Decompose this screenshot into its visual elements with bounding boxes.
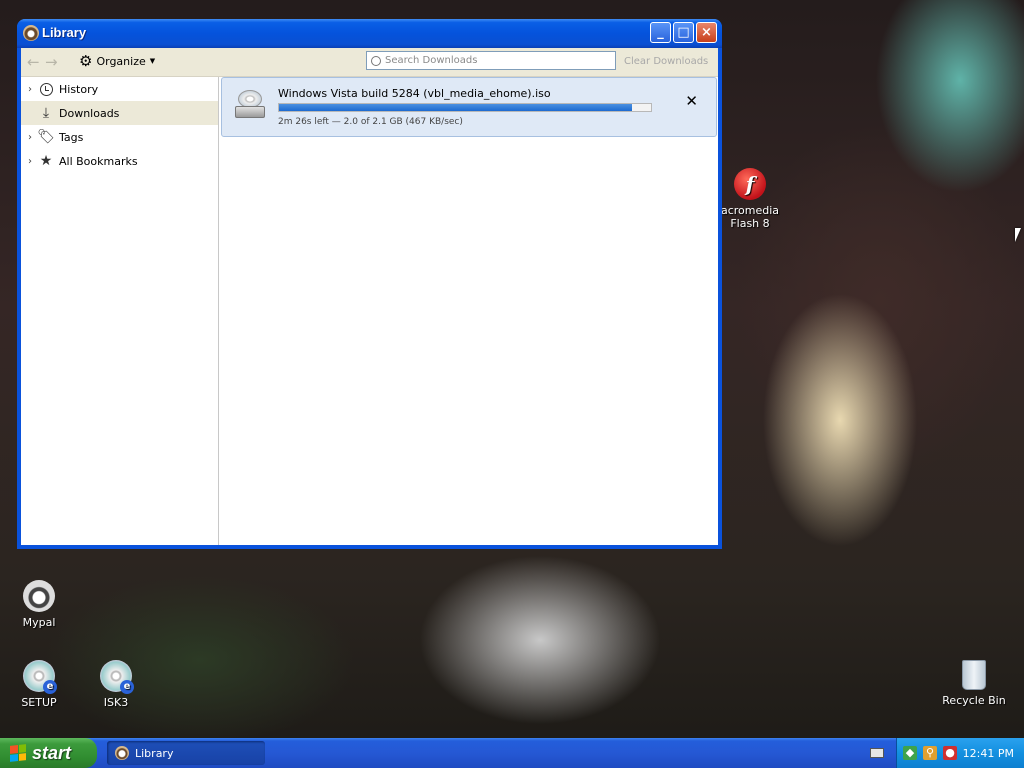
start-button[interactable]: start: [0, 738, 97, 768]
tag-icon: 🏷: [37, 129, 55, 145]
sidebar-item-all-bookmarks[interactable]: › ★ All Bookmarks: [21, 149, 218, 173]
sidebar-item-label: Tags: [59, 130, 84, 144]
sidebar-item-history[interactable]: › History: [21, 77, 218, 101]
window-titlebar[interactable]: Library _ □ ×: [17, 19, 722, 48]
download-arrow-icon: ⤓: [42, 105, 50, 121]
download-filename: Windows Vista build 5284 (vbl_media_ehom…: [278, 87, 551, 100]
desktop-icon-label: ISK3: [103, 696, 129, 709]
start-label: start: [32, 742, 72, 763]
sidebar: › History ⤓ Downloads › 🏷 Tags › ★ All B…: [21, 77, 219, 545]
desktop-icon-flash[interactable]: f acromedia Flash 8: [712, 168, 788, 230]
download-progress-bar: [278, 103, 652, 112]
cd-ie-icon: e: [23, 660, 57, 694]
desktop-icon-mypal[interactable]: Mypal: [1, 580, 77, 629]
system-tray: ◆ ⚲ ● 12:41 PM: [896, 738, 1024, 768]
mypal-icon: [23, 25, 39, 41]
back-arrow-icon[interactable]: ←: [27, 53, 40, 71]
cd-drive-icon: [233, 90, 265, 120]
window-client: ← → ⚙ Organize ▼ Clear Downloads › Histo…: [21, 48, 718, 545]
expand-arrow-icon[interactable]: ›: [23, 84, 37, 95]
close-button[interactable]: ×: [696, 22, 717, 43]
windows-logo-icon: [10, 744, 26, 762]
taskbar-button-library[interactable]: Library: [107, 741, 265, 765]
clear-downloads-button[interactable]: Clear Downloads: [624, 56, 708, 67]
download-progress-fill: [279, 104, 633, 111]
network-icon[interactable]: ◆: [903, 746, 917, 760]
desktop-icon-label: SETUP: [21, 696, 57, 709]
sidebar-item-label: History: [59, 82, 99, 96]
messenger-icon[interactable]: ●: [943, 746, 957, 760]
recycle-bin-icon: [962, 660, 986, 690]
sidebar-item-label: Downloads: [59, 106, 120, 120]
download-status: 2m 26s left — 2.0 of 2.1 GB (467 KB/sec): [278, 117, 463, 127]
gear-icon: ⚙: [79, 52, 93, 70]
taskbar-button-label: Library: [135, 746, 174, 760]
forward-arrow-icon[interactable]: →: [45, 53, 58, 71]
macromedia-flash-icon: f: [734, 168, 766, 200]
desktop-icon-setup[interactable]: e SETUP: [1, 660, 77, 709]
window-title: Library: [42, 25, 87, 40]
expand-arrow-icon[interactable]: ›: [23, 156, 37, 167]
expand-arrow-icon[interactable]: ›: [23, 132, 37, 143]
search-tray-icon[interactable]: ⚲: [923, 746, 937, 760]
library-window: Library _ □ × ← → ⚙ Organize ▼ Clear Dow…: [17, 19, 722, 549]
search-icon: [371, 55, 381, 66]
cancel-download-button[interactable]: ✕: [685, 92, 698, 110]
mouse-cursor: [1015, 228, 1021, 242]
taskbar: start Library ◆ ⚲ ● 12:41 PM: [0, 738, 1024, 768]
clock-icon: [37, 81, 55, 97]
search-input[interactable]: [385, 55, 605, 66]
keyboard-icon[interactable]: [870, 748, 884, 758]
minimize-button[interactable]: _: [650, 22, 671, 43]
star-icon: ★: [39, 153, 53, 169]
desktop-icon-isk3[interactable]: e ISK3: [78, 660, 154, 709]
toolbar: ← → ⚙ Organize ▼ Clear Downloads: [21, 48, 718, 77]
maximize-button[interactable]: □: [673, 22, 694, 43]
taskbar-clock[interactable]: 12:41 PM: [963, 747, 1014, 760]
sidebar-item-tags[interactable]: › 🏷 Tags: [21, 125, 218, 149]
sidebar-item-label: All Bookmarks: [59, 154, 138, 168]
chevron-down-icon: ▼: [149, 57, 156, 65]
desktop-icon-label: Mypal: [22, 616, 56, 629]
desktop-icon-recycle-bin[interactable]: Recycle Bin: [936, 660, 1012, 707]
download-item[interactable]: Windows Vista build 5284 (vbl_media_ehom…: [221, 77, 717, 137]
desktop-icon-label: Recycle Bin: [942, 694, 1006, 707]
organize-button[interactable]: ⚙ Organize ▼: [79, 52, 156, 70]
downloads-list: Windows Vista build 5284 (vbl_media_ehom…: [219, 77, 718, 545]
desktop-icon-label: acromedia Flash 8: [720, 204, 780, 230]
organize-label: Organize: [96, 54, 146, 68]
mypal-icon: [115, 746, 129, 760]
search-box[interactable]: [366, 51, 616, 70]
cd-ie-icon: e: [100, 660, 134, 694]
mypal-icon: [23, 580, 55, 612]
sidebar-item-downloads[interactable]: ⤓ Downloads: [21, 101, 218, 125]
